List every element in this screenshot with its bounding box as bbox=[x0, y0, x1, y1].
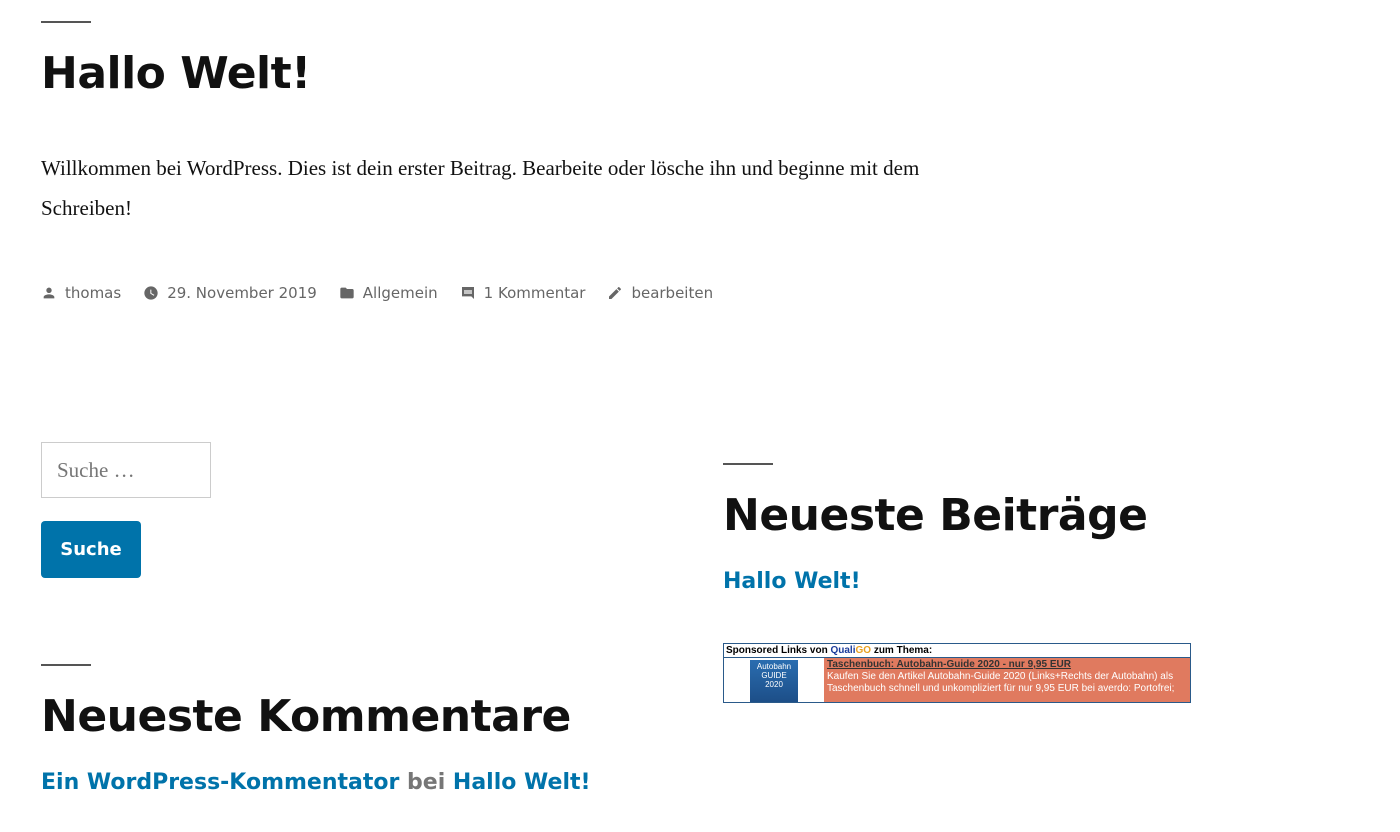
recent-posts-separator bbox=[723, 463, 773, 465]
brand-quali[interactable]: Quali bbox=[830, 645, 855, 656]
author-link[interactable]: thomas bbox=[65, 284, 121, 302]
category-link[interactable]: Allgemein bbox=[363, 284, 438, 302]
ad-item-text: Kaufen Sie den Artikel Autobahn-Guide 20… bbox=[827, 671, 1175, 694]
search-button[interactable]: Suche bbox=[41, 521, 141, 578]
comment-author-link[interactable]: Ein WordPress-Kommentator bbox=[41, 770, 399, 795]
brand-go[interactable]: GO bbox=[855, 645, 871, 656]
folder-icon bbox=[340, 287, 354, 299]
ad-text-cell: Taschenbuch: Autobahn-Guide 2020 - nur 9… bbox=[824, 658, 1190, 702]
recent-post-link[interactable]: Hallo Welt! bbox=[723, 569, 861, 594]
person-icon bbox=[43, 287, 55, 299]
comment-post-link[interactable]: Hallo Welt! bbox=[453, 770, 591, 795]
pencil-icon bbox=[609, 287, 622, 299]
ad-image-cell[interactable]: Autobahn GUIDE 2020 bbox=[724, 658, 824, 702]
recent-posts-title: Neueste Beiträge bbox=[723, 490, 1148, 541]
recent-comments-separator bbox=[41, 664, 91, 666]
post-title[interactable]: Hallo Welt! bbox=[41, 48, 311, 99]
recent-comment-item: Ein WordPress-Kommentator bei Hallo Welt… bbox=[41, 770, 591, 795]
sponsored-ad: Sponsored Links von QualiGO zum Thema: A… bbox=[723, 643, 1191, 703]
clock-icon bbox=[144, 286, 158, 300]
recent-comments-title: Neueste Kommentare bbox=[41, 691, 571, 742]
post-body: Willkommen bei WordPress. Dies ist dein … bbox=[41, 156, 920, 220]
book-cover-image[interactable]: Autobahn GUIDE 2020 bbox=[750, 660, 798, 702]
ad-header: Sponsored Links von QualiGO zum Thema: bbox=[724, 644, 1190, 658]
comment-connector: bei bbox=[407, 770, 446, 795]
meta-category: Allgemein bbox=[339, 284, 438, 302]
meta-author: thomas bbox=[41, 284, 121, 302]
comment-icon bbox=[461, 287, 474, 299]
meta-comments: 1 Kommentar bbox=[460, 284, 586, 302]
edit-link[interactable]: bearbeiten bbox=[631, 284, 713, 302]
date-link[interactable]: 29. November 2019 bbox=[167, 284, 317, 302]
post-separator bbox=[41, 21, 91, 23]
meta-edit: bearbeiten bbox=[607, 284, 713, 302]
comments-link[interactable]: 1 Kommentar bbox=[484, 284, 586, 302]
ad-item-title[interactable]: Taschenbuch: Autobahn-Guide 2020 - nur 9… bbox=[827, 659, 1187, 671]
post-meta: thomas 29. November 2019 Allgemein 1 Kom… bbox=[41, 284, 735, 302]
meta-date: 29. November 2019 bbox=[143, 284, 317, 302]
search-input[interactable] bbox=[41, 442, 211, 498]
